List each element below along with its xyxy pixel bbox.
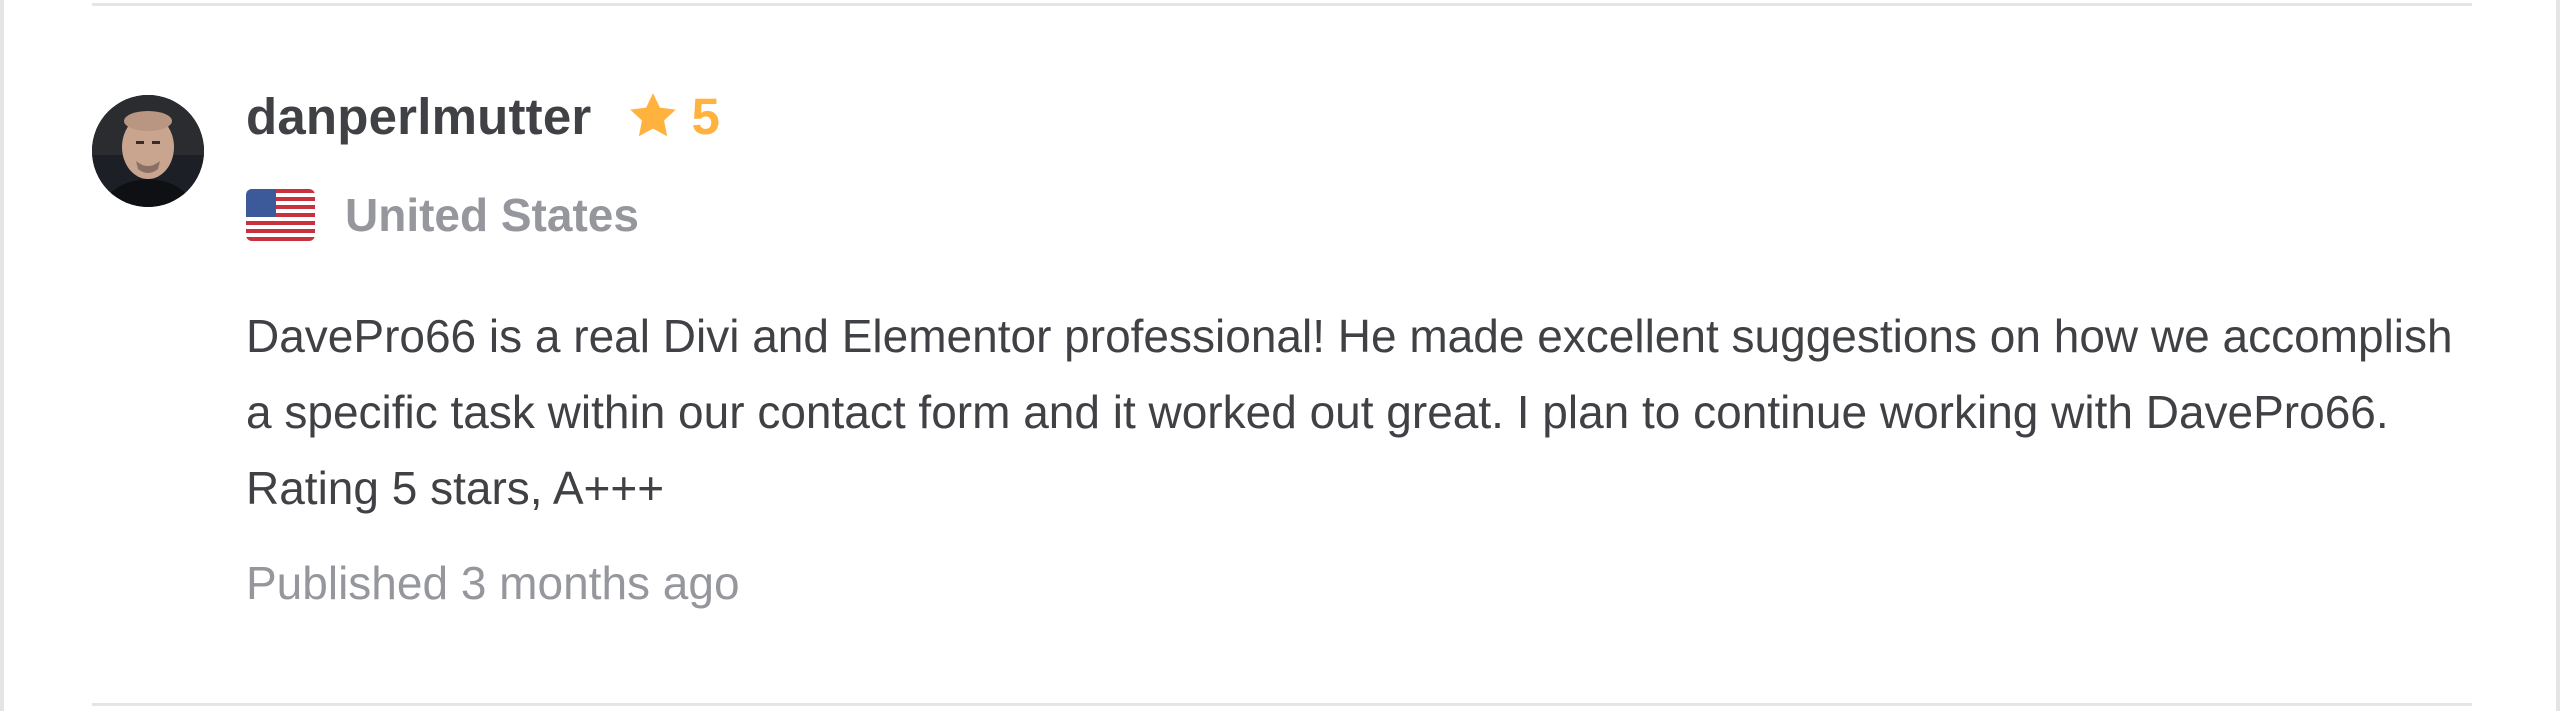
avatar[interactable] [92,95,204,207]
review-text: DavePro66 is a real Divi and Elementor p… [246,310,2453,514]
divider-top [92,3,2472,6]
rating: 5 [625,87,720,146]
country-name: United States [345,189,639,241]
published-date: Published 3 months ago [246,557,740,609]
rating-value: 5 [691,87,720,145]
divider-bottom [92,703,2472,706]
country-row: United States [246,186,639,244]
us-flag-icon [246,189,315,241]
star-icon [630,93,677,137]
review-header: danperlmutter 5 [246,82,720,150]
review-card: danperlmutter 5 United States DavePro66 … [0,0,2560,711]
username[interactable]: danperlmutter [246,87,591,146]
